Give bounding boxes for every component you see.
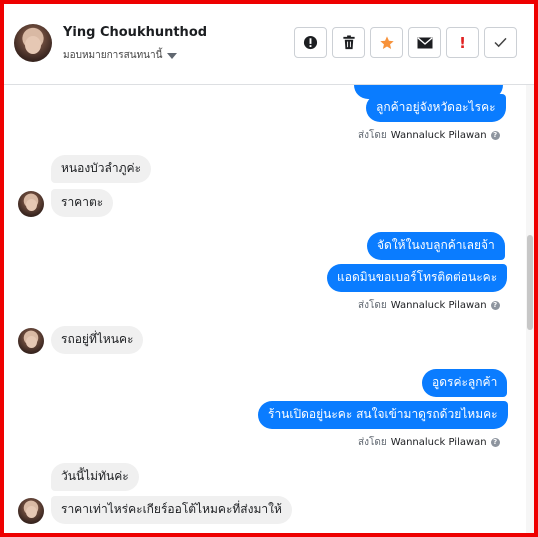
checkmark-icon	[494, 37, 507, 48]
incoming-message[interactable]: วันนี้ไม่ทันค่ะ	[51, 463, 139, 491]
contact-avatar-small	[18, 328, 44, 354]
help-icon[interactable]: ?	[490, 301, 500, 310]
star-button[interactable]	[370, 27, 403, 58]
outgoing-message[interactable]: ร้านเปิดอยู่นะคะ สนใจเข้ามาดูรถด้วยไหมคะ	[258, 401, 508, 429]
help-icon[interactable]: ?	[490, 131, 500, 140]
incoming-message[interactable]: ราคาเท่าไหร่คะเกียร์ออโต้ไหมคะที่ส่งมาให…	[51, 496, 292, 524]
delete-button[interactable]	[332, 27, 365, 58]
alert-circle-icon	[303, 35, 318, 50]
message-thread[interactable]: ลูกค้าอยู่จังหวัดอะไรคะ ส่งโดย Wannaluck…	[4, 85, 534, 533]
contact-avatar-small	[18, 191, 44, 217]
contact-avatar[interactable]	[14, 24, 52, 62]
conversation-toolbar: !	[294, 27, 522, 58]
contact-avatar-small	[18, 498, 44, 524]
sent-by-label: ส่งโดย Wannaluck Pilawan ?	[358, 298, 500, 313]
outgoing-message[interactable]: แอดมินขอเบอร์โทรติดต่อนะคะ	[327, 264, 508, 292]
star-icon	[379, 35, 394, 49]
incoming-message[interactable]: รถอยู่ที่ไหนคะ	[51, 326, 144, 354]
sender-name: Wannaluck Pilawan	[390, 130, 487, 141]
outgoing-message[interactable]: จัดให้ในงบลูกค้าเลยจ้า	[367, 232, 505, 260]
envelope-icon	[417, 36, 432, 48]
trash-icon	[342, 35, 355, 50]
sent-by-label: ส่งโดย Wannaluck Pilawan ?	[358, 128, 500, 143]
chat-scrollbar[interactable]	[526, 85, 534, 533]
sent-by-label: ส่งโดย Wannaluck Pilawan ?	[358, 435, 500, 450]
sender-name: Wannaluck Pilawan	[390, 300, 487, 311]
mark-important-button[interactable]: !	[446, 27, 479, 58]
incoming-message[interactable]: ราคาตะ	[51, 189, 114, 217]
scrollbar-thumb[interactable]	[527, 235, 533, 330]
conversation-header: Ying Choukhunthod มอบหมายการสนทนานี้ !	[4, 4, 534, 85]
email-button[interactable]	[408, 27, 441, 58]
caret-down-icon	[167, 52, 178, 59]
outgoing-message[interactable]: อูดรค่ะลูกค้า	[422, 369, 508, 397]
assign-conversation-dropdown[interactable]: มอบหมายการสนทนานี้	[63, 48, 178, 63]
sender-name: Wannaluck Pilawan	[390, 437, 487, 448]
exclamation-icon: !	[459, 33, 466, 52]
help-icon[interactable]: ?	[490, 438, 500, 447]
conversation-window: Ying Choukhunthod มอบหมายการสนทนานี้ ! ล…	[0, 0, 538, 537]
contact-name[interactable]: Ying Choukhunthod	[63, 25, 207, 40]
assign-label: มอบหมายการสนทนานี้	[63, 50, 163, 61]
incoming-message[interactable]: หนองบัวลำภูค่ะ	[51, 155, 152, 183]
mark-done-button[interactable]	[484, 27, 517, 58]
mark-spam-button[interactable]	[294, 27, 327, 58]
outgoing-message[interactable]: ลูกค้าอยู่จังหวัดอะไรคะ	[366, 94, 506, 122]
